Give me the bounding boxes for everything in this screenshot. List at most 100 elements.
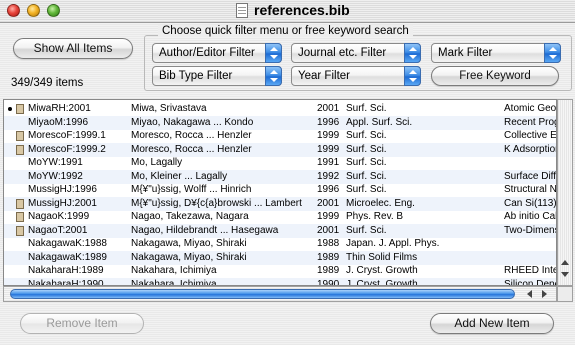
title-cell: Surface Diff	[504, 170, 556, 182]
journal-cell: Appl. Surf. Sci.	[346, 116, 413, 128]
show-all-items-button[interactable]: Show All Items	[13, 38, 133, 59]
year-cell: 1988	[317, 238, 340, 249]
journal-cell: Surf. Sci.	[346, 157, 387, 168]
attached-file-icon	[16, 198, 24, 209]
scroll-left-icon[interactable]	[527, 290, 532, 298]
popup-arrows-icon	[544, 43, 561, 63]
year-cell: 1999	[317, 211, 340, 222]
title-cell: Two-Dimens	[504, 224, 556, 236]
mark-bullet-icon	[8, 107, 12, 111]
title-cell: K Adsorption	[504, 143, 556, 155]
bibtype-filter-popup[interactable]: Bib Type Filter	[152, 66, 282, 86]
journal-cell: Surf. Sci.	[346, 103, 387, 114]
title-cell: Ab initio Cal	[504, 211, 556, 222]
table-row[interactable]: MiyaoM:1996 Miyao, Nakagawa ... Kondo 1996…	[4, 115, 556, 130]
mark-filter-popup[interactable]: Mark Filter	[431, 43, 561, 63]
authors-cell: Mo, Kleiner ... Lagally	[131, 170, 228, 182]
table-row[interactable]: MoYW:1992 Mo, Kleiner ... Lagally 1992 Surf…	[4, 169, 556, 184]
minimize-button[interactable]	[27, 4, 40, 17]
year-cell: 1999	[317, 143, 340, 155]
authors-cell: Nakagawa, Miyao, Shiraki	[131, 251, 247, 263]
cite-key-cell: MiyaoM:1996	[28, 116, 89, 128]
table-row[interactable]: MussigHJ:2001 M{¥"u}ssig, D¥{c{a}browski …	[4, 196, 556, 211]
year-cell: 1989	[317, 251, 340, 263]
cite-key-cell: NakagawaK:1989	[28, 251, 107, 263]
vertical-scrollbar[interactable]	[557, 99, 573, 286]
scroll-up-icon[interactable]	[561, 260, 569, 265]
cite-key-cell: NagaoK:1999	[28, 211, 90, 222]
free-keyword-button[interactable]: Free Keyword	[431, 66, 559, 86]
cite-key-cell: NagaoT:2001	[28, 224, 88, 236]
year-filter-popup[interactable]: Year Filter	[291, 66, 421, 86]
attached-file-icon	[16, 225, 24, 236]
attached-file-icon	[16, 131, 24, 141]
close-button[interactable]	[7, 4, 20, 17]
item-count: 349/349 items	[11, 77, 84, 89]
title-cell: Collective E:	[504, 130, 556, 141]
attached-file-icon	[16, 212, 24, 222]
resize-corner[interactable]	[557, 286, 573, 302]
zoom-button[interactable]	[47, 4, 60, 17]
remove-item-button[interactable]: Remove Item	[20, 313, 144, 334]
journal-filter-popup[interactable]: Journal etc. Filter	[291, 43, 421, 63]
journal-cell: Surf. Sci.	[346, 130, 387, 141]
journal-cell: Surf. Sci.	[346, 143, 387, 155]
authors-cell: Nagao, Hildebrandt ... Hasegawa	[131, 224, 279, 236]
journal-cell: Phys. Rev. B	[346, 211, 404, 222]
table-row[interactable]: NakaharaH:1990 Nakahara, Ichimiya 1990 J. C…	[4, 277, 556, 286]
journal-cell: Thin Solid Films	[346, 251, 418, 263]
table-row[interactable]: MorescoF:1999.1 Moresco, Rocca ... Henzle…	[4, 129, 556, 143]
authors-cell: M{¥"u}ssig, D¥{c{a}browski ... Lambert	[131, 197, 302, 209]
authors-cell: Nakagawa, Miyao, Shiraki	[131, 238, 247, 249]
table-row[interactable]: MorescoF:1999.2 Moresco, Rocca ... Henzle…	[4, 142, 556, 157]
title-cell: Atomic Geom	[504, 103, 556, 114]
cite-key-cell: MoYW:1992	[28, 170, 83, 182]
popup-arrows-icon	[265, 66, 282, 86]
author-filter-popup[interactable]: Author/Editor Filter	[152, 43, 282, 63]
table-row[interactable]: MoYW:1991 Mo, Lagally 1991 Surf. Sci.	[4, 156, 556, 170]
scroll-right-icon[interactable]	[542, 290, 547, 298]
add-new-item-button[interactable]: Add New Item	[430, 313, 554, 334]
title-cell: Recent Prog	[504, 116, 556, 128]
table-row[interactable]: MussigHJ:1996 M{¥"u}ssig, Wolff ... Hinri…	[4, 183, 556, 197]
authors-cell: Nakahara, Ichimiya	[131, 278, 217, 286]
authors-cell: Nagao, Takezawa, Nagara	[131, 211, 249, 222]
year-cell: 1996	[317, 184, 340, 195]
title-cell: RHEED Inten	[504, 265, 556, 276]
cite-key-cell: MorescoF:1999.2	[28, 143, 106, 155]
year-cell: 1991	[317, 157, 340, 168]
table-row[interactable]: NakagawaK:1989 Nakagawa, Miyao, Shiraki 19…	[4, 250, 556, 265]
cite-key-cell: MussigHJ:2001	[28, 197, 97, 209]
year-cell: 1992	[317, 170, 340, 182]
mark-filter-label: Mark Filter	[438, 47, 493, 59]
year-cell: 2001	[317, 103, 340, 114]
year-cell: 1989	[317, 265, 340, 276]
bibtype-filter-label: Bib Type Filter	[159, 70, 233, 82]
table-row[interactable]: NagaoK:1999 Nagao, Takezawa, Nagara 1999 Ph…	[4, 210, 556, 224]
attached-file-icon	[16, 104, 24, 114]
filter-group-label: Choose quick filter menu or free keyword…	[158, 25, 413, 37]
cite-key-cell: NakaharaH:1990	[28, 278, 104, 286]
cite-key-cell: MussigHJ:1996	[28, 184, 97, 195]
title-cell: Structural N	[504, 184, 556, 195]
authors-cell: Moresco, Rocca ... Henzler	[131, 143, 252, 155]
table-row[interactable]: NagaoT:2001 Nagao, Hildebrandt ... Hasega…	[4, 223, 556, 238]
journal-cell: Microelec. Eng.	[346, 197, 415, 209]
title-bar: references.bib	[0, 0, 575, 23]
popup-arrows-icon	[265, 43, 282, 63]
scroll-down-icon[interactable]	[561, 272, 569, 277]
horizontal-scroll-thumb[interactable]	[10, 289, 515, 299]
cite-key-cell: MiwaRH:2001	[28, 103, 91, 114]
references-table[interactable]: MiwaRH:2001 Miwa, Srivastava 2001 Surf. Sci…	[3, 99, 557, 286]
bib-document-icon	[236, 3, 248, 18]
journal-cell: J. Cryst. Growth	[346, 278, 418, 286]
journal-cell: Surf. Sci.	[346, 184, 387, 195]
horizontal-scrollbar[interactable]	[3, 286, 557, 302]
authors-cell: Nakahara, Ichimiya	[131, 265, 217, 276]
title-cell: Silicon Depo	[504, 278, 556, 286]
table-row[interactable]: MiwaRH:2001 Miwa, Srivastava 2001 Surf. Sci…	[4, 102, 556, 116]
cite-key-cell: MoYW:1991	[28, 157, 83, 168]
table-row[interactable]: NakaharaH:1989 Nakahara, Ichimiya 1989 J. C…	[4, 264, 556, 278]
table-row[interactable]: NakagawaK:1988 Nakagawa, Miyao, Shiraki 19…	[4, 237, 556, 251]
year-cell: 1999	[317, 130, 340, 141]
